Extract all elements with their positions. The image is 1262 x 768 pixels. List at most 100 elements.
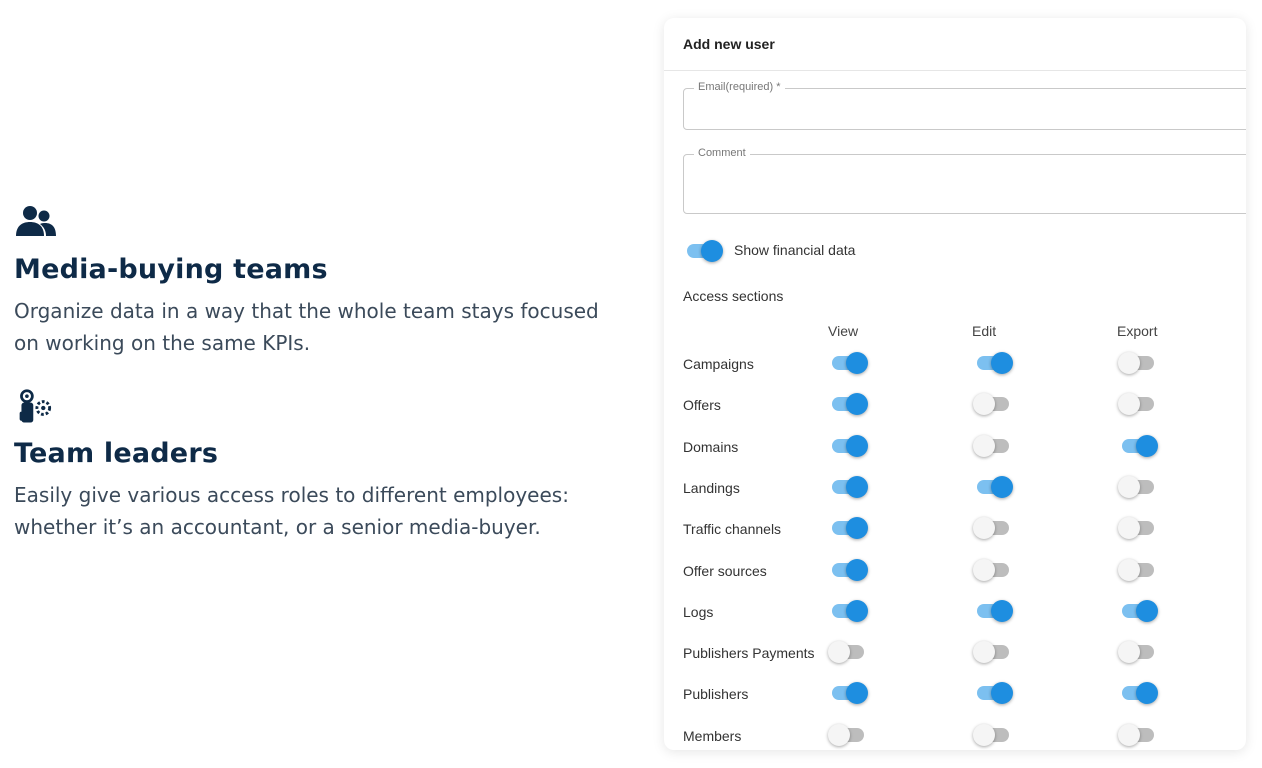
edit-toggle[interactable] — [973, 474, 1013, 498]
toggle-knob — [1136, 682, 1158, 704]
feature-description: Organize data in a way that the whole te… — [14, 299, 599, 355]
comment-field[interactable]: Comment — [683, 147, 1246, 214]
edit-toggle[interactable] — [973, 515, 1013, 539]
view-toggle[interactable] — [828, 639, 868, 663]
email-label: Email(required) * — [694, 81, 785, 93]
view-toggle[interactable] — [828, 474, 868, 498]
edit-toggle[interactable] — [973, 639, 1013, 663]
add-user-card: Add new user Email(required) * Comment S… — [664, 18, 1246, 750]
export-toggle[interactable] — [1118, 515, 1158, 539]
view-toggle[interactable] — [828, 391, 868, 415]
feature-team-leaders: Team leaders Easily give various access … — [14, 388, 614, 543]
feature-title: Media-buying teams — [14, 254, 328, 285]
export-toggle[interactable] — [1118, 557, 1158, 581]
users-icon — [16, 206, 56, 236]
comment-input[interactable] — [684, 155, 1224, 213]
toggle-knob — [1136, 435, 1158, 457]
export-toggle[interactable] — [1118, 433, 1158, 457]
toggle-knob — [991, 476, 1013, 498]
toggle-knob — [846, 600, 868, 622]
column-header-export: Export — [1117, 323, 1158, 339]
toggle-knob — [973, 724, 995, 746]
toggle-knob — [991, 352, 1013, 374]
view-toggle[interactable] — [828, 598, 868, 622]
access-row-label: Publishers Payments — [683, 645, 815, 661]
column-header-view: View — [828, 323, 859, 339]
export-toggle[interactable] — [1118, 639, 1158, 663]
toggle-knob — [828, 641, 850, 663]
feature-title: Team leaders — [14, 438, 219, 469]
toggle-knob — [991, 682, 1013, 704]
toggle-knob — [1118, 559, 1140, 581]
toggle-knob — [973, 517, 995, 539]
toggle-knob — [846, 352, 868, 374]
card-title: Add new user — [664, 18, 1246, 71]
toggle-knob — [1136, 600, 1158, 622]
access-row-label: Offers — [683, 397, 721, 413]
export-toggle[interactable] — [1118, 722, 1158, 746]
access-row-traffic-channels: Traffic channels — [683, 515, 1243, 543]
export-toggle[interactable] — [1118, 598, 1158, 622]
access-row-label: Members — [683, 728, 742, 744]
toggle-knob — [973, 393, 995, 415]
export-toggle[interactable] — [1118, 350, 1158, 374]
toggle-knob — [973, 559, 995, 581]
access-row-label: Logs — [683, 604, 714, 620]
column-header-edit: Edit — [972, 323, 997, 339]
view-toggle[interactable] — [828, 350, 868, 374]
edit-toggle[interactable] — [973, 350, 1013, 374]
export-toggle[interactable] — [1118, 680, 1158, 704]
access-row-label: Campaigns — [683, 356, 754, 372]
toggle-knob — [846, 682, 868, 704]
access-row-campaigns: Campaigns — [683, 350, 1243, 378]
toggle-knob — [991, 600, 1013, 622]
toggle-knob — [701, 240, 723, 262]
toggle-knob — [1118, 724, 1140, 746]
feature-media-buying: Media-buying teams Organize data in a wa… — [14, 202, 614, 359]
show-financial-toggle[interactable] — [683, 238, 723, 262]
access-row-label: Landings — [683, 480, 740, 496]
view-toggle[interactable] — [828, 680, 868, 704]
edit-toggle[interactable] — [973, 598, 1013, 622]
comment-label: Comment — [694, 147, 750, 159]
view-toggle[interactable] — [828, 557, 868, 581]
access-row-publishers-payments: Publishers Payments — [683, 639, 1243, 667]
access-row-offer-sources: Offer sources — [683, 557, 1243, 585]
view-toggle[interactable] — [828, 433, 868, 457]
edit-toggle[interactable] — [973, 722, 1013, 746]
export-toggle[interactable] — [1118, 391, 1158, 415]
access-row-landings: Landings — [683, 474, 1243, 502]
access-row-publishers: Publishers — [683, 680, 1243, 708]
marketing-panel: Media-buying teams Organize data in a wa… — [0, 0, 640, 768]
show-financial-row: Show financial data — [683, 238, 983, 262]
access-row-domains: Domains — [683, 433, 1243, 461]
access-row-members: Members — [683, 722, 1243, 750]
toggle-knob — [1118, 641, 1140, 663]
toggle-knob — [846, 559, 868, 581]
edit-toggle[interactable] — [973, 680, 1013, 704]
edit-toggle[interactable] — [973, 557, 1013, 581]
team-leader-gear-icon — [19, 389, 52, 423]
feature-description: Easily give various access roles to diff… — [14, 483, 569, 539]
toggle-knob — [1118, 393, 1140, 415]
toggle-knob — [846, 393, 868, 415]
show-financial-label: Show financial data — [734, 242, 856, 258]
edit-toggle[interactable] — [973, 391, 1013, 415]
view-toggle[interactable] — [828, 515, 868, 539]
edit-toggle[interactable] — [973, 433, 1013, 457]
email-input[interactable] — [684, 89, 1224, 129]
access-row-label: Domains — [683, 439, 739, 455]
toggle-knob — [973, 435, 995, 457]
toggle-knob — [1118, 517, 1140, 539]
access-row-logs: Logs — [683, 598, 1243, 626]
toggle-knob — [973, 641, 995, 663]
access-row-label: Offer sources — [683, 563, 767, 579]
toggle-knob — [1118, 352, 1140, 374]
toggle-knob — [828, 724, 850, 746]
access-sections-title: Access sections — [683, 288, 784, 304]
view-toggle[interactable] — [828, 722, 868, 746]
email-field[interactable]: Email(required) * — [683, 81, 1246, 130]
toggle-knob — [1118, 476, 1140, 498]
export-toggle[interactable] — [1118, 474, 1158, 498]
toggle-knob — [846, 435, 868, 457]
